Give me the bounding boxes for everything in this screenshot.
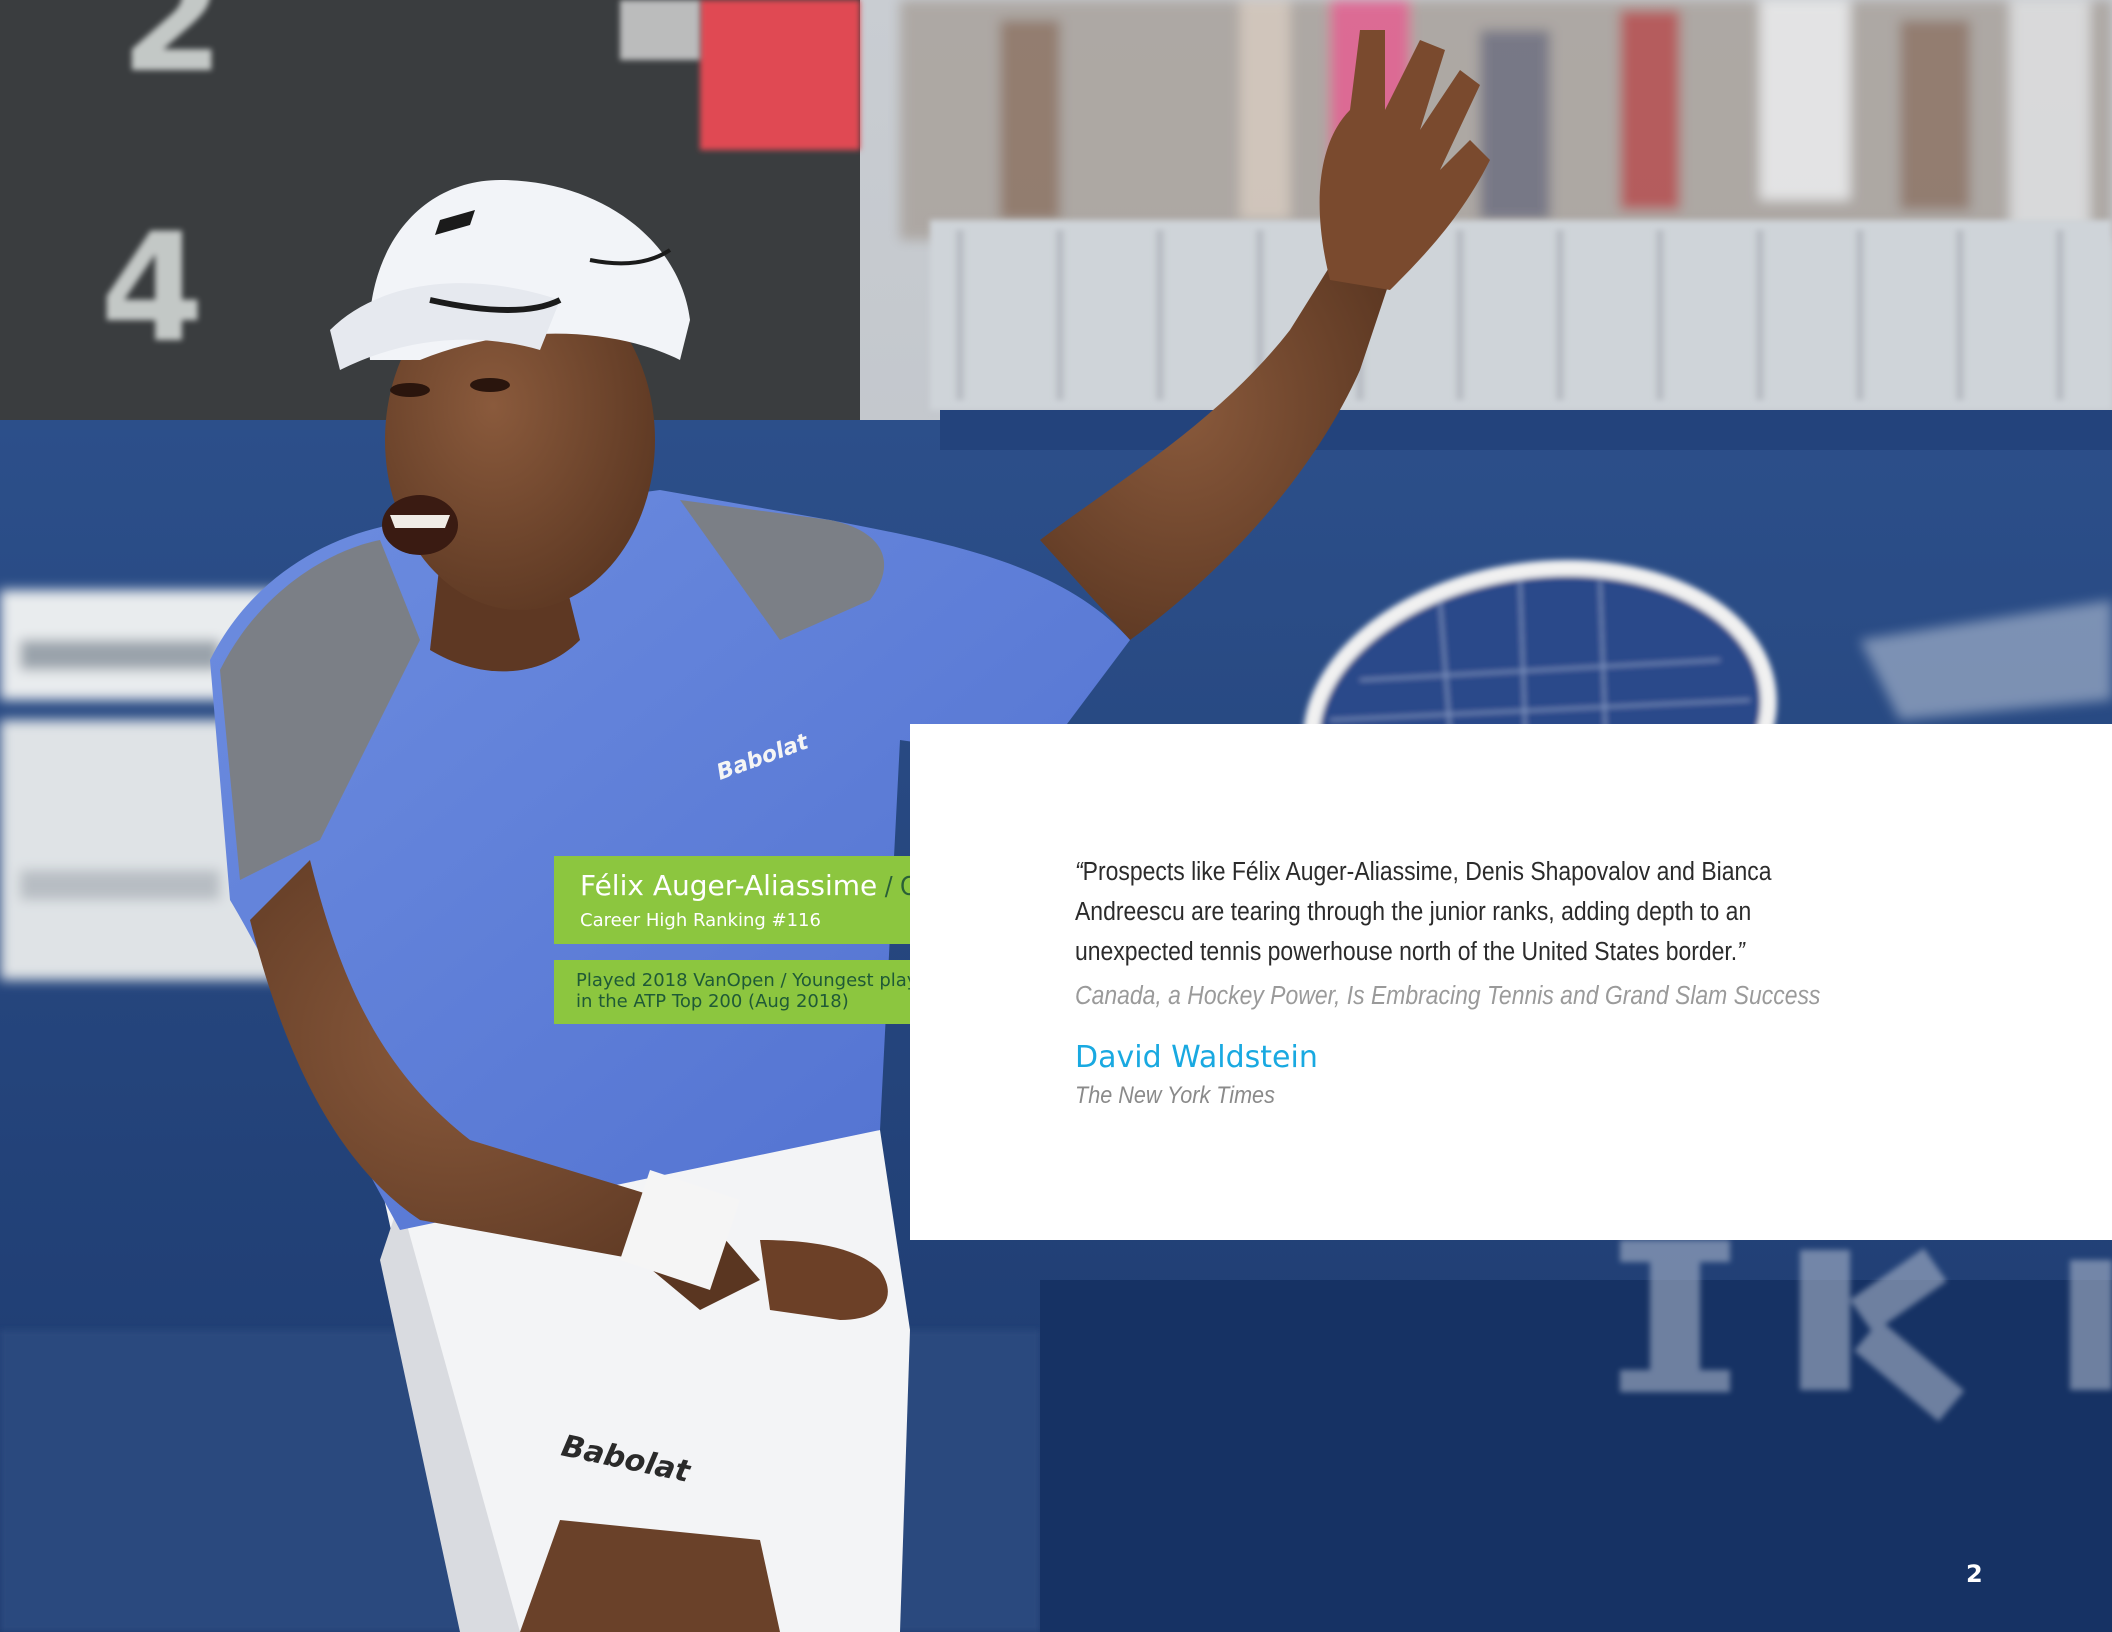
- quote-open-mark: “: [1075, 858, 1083, 886]
- quote-panel: “Prospects like Félix Auger-Aliassime, D…: [910, 724, 2112, 1240]
- player-name: Félix Auger-Aliassime: [580, 869, 878, 902]
- quote-text: “Prospects like Félix Auger-Aliassime, D…: [1075, 852, 1867, 972]
- author-name: David Waldstein: [1075, 1040, 1318, 1075]
- quote-close-mark: ”: [1737, 938, 1745, 966]
- publication-name: The New York Times: [1075, 1082, 1275, 1109]
- country-separator: /: [877, 872, 901, 902]
- scoreboard-digit-top: 2: [120, 0, 224, 106]
- page-number: 2: [1966, 1560, 1983, 1588]
- scoreboard-digit-bottom: 4: [100, 202, 204, 376]
- quote-body: Prospects like Félix Auger-Aliassime, De…: [1075, 858, 1772, 966]
- brochure-page: 2 4 Babolat Babolat Félix Auger-Aliassim…: [0, 0, 2112, 1632]
- article-title: Canada, a Hockey Power, Is Embracing Ten…: [1075, 982, 1821, 1010]
